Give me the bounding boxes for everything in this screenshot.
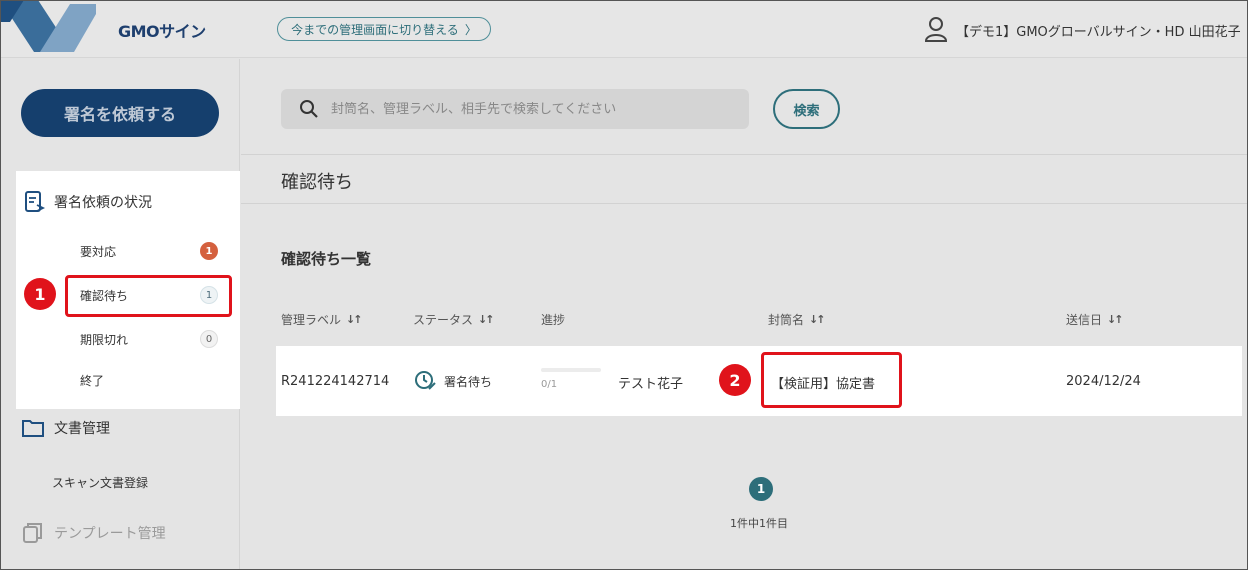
switch-admin-button[interactable]: 今までの管理画面に切り替える 〉 (277, 17, 491, 41)
column-header-label-text: 管理ラベル (281, 313, 342, 327)
sidebar-item-documents-label: 文書管理 (54, 421, 110, 437)
column-header-status[interactable]: ステータス ↓↑ (413, 311, 495, 328)
document-status-icon (25, 191, 46, 212)
highlight-box-envelope (761, 352, 902, 408)
row-recipient: テスト花子 (618, 377, 684, 392)
request-signature-button[interactable]: 署名を依頼する (21, 89, 219, 137)
sidebar-item-scan-register[interactable]: スキャン文書登録 (52, 474, 148, 491)
row-status-text: 署名待ち (444, 374, 493, 389)
sidebar-item-templates[interactable]: テンプレート管理 (22, 522, 166, 544)
row-sent-date: 2024/12/24 (1066, 374, 1141, 389)
column-header-sent-date-text: 送信日 (1066, 313, 1103, 327)
step-marker-2: 2 (719, 364, 751, 396)
table-row[interactable]: R241224142714 署名待ち 0/1 テスト花子 【検証用】協定書 20… (276, 346, 1242, 416)
column-header-progress-text: 進捗 (541, 313, 566, 327)
logo-text[interactable]: GMOサイン (118, 18, 206, 42)
chevron-right-icon: 〉 (464, 22, 477, 37)
progress-text: 0/1 (541, 379, 558, 390)
sidebar-item-templates-label: テンプレート管理 (54, 526, 166, 542)
pagination-info: 1件中1件目 (730, 517, 788, 530)
column-header-sent-date[interactable]: 送信日 ↓↑ (1066, 311, 1124, 328)
user-name[interactable]: 【デモ1】GMOグローバルサイン・HD 山田花子 (956, 21, 1241, 40)
sort-icon[interactable]: ↓↑ (809, 313, 826, 326)
row-status: 署名待ち (414, 370, 492, 392)
sidebar-item-action-required[interactable]: 要対応 (80, 243, 116, 260)
sort-icon[interactable]: ↓↑ (478, 313, 495, 326)
step-marker-1: 1 (24, 278, 56, 310)
action-required-count-badge: 1 (200, 242, 218, 260)
column-header-status-text: ステータス (413, 313, 474, 327)
list-title: 確認待ち一覧 (281, 250, 372, 268)
progress-bar (541, 368, 601, 372)
sidebar-item-expired[interactable]: 期限切れ (80, 331, 128, 348)
highlight-box-awaiting (65, 275, 232, 317)
search-icon (300, 100, 318, 118)
status-heading-label: 署名依頼の状況 (54, 195, 152, 211)
column-header-envelope-text: 封筒名 (768, 313, 805, 327)
pagination-page-button[interactable]: 1 (749, 477, 773, 501)
column-header-progress: 進捗 (541, 311, 565, 328)
column-header-envelope[interactable]: 封筒名 ↓↑ (768, 311, 826, 328)
sort-icon[interactable]: ↓↑ (1107, 313, 1124, 326)
search-button[interactable]: 検索 (773, 89, 840, 129)
user-icon[interactable] (924, 16, 948, 42)
expired-count-badge: 0 (200, 330, 218, 348)
search-input[interactable] (331, 101, 731, 117)
page-title-bar: 確認待ち (241, 154, 1248, 204)
template-icon (23, 523, 42, 543)
row-label: R241224142714 (281, 374, 390, 389)
sort-icon[interactable]: ↓↑ (346, 313, 363, 326)
top-header: GMOサイン 今までの管理画面に切り替える 〉 【デモ1】GMOグローバルサイン… (0, 0, 1248, 58)
switch-admin-label: 今までの管理画面に切り替える (291, 22, 459, 37)
clock-pen-icon (415, 371, 436, 390)
search-bar (281, 89, 749, 129)
logo-mark-icon (0, 0, 100, 52)
folder-icon (22, 420, 44, 437)
status-heading[interactable]: 署名依頼の状況 (24, 191, 152, 213)
column-header-label[interactable]: 管理ラベル ↓↑ (281, 311, 363, 328)
page-title: 確認待ち (281, 172, 353, 193)
sidebar-item-completed[interactable]: 終了 (80, 372, 104, 389)
sidebar-item-documents[interactable]: 文書管理 (22, 418, 110, 438)
